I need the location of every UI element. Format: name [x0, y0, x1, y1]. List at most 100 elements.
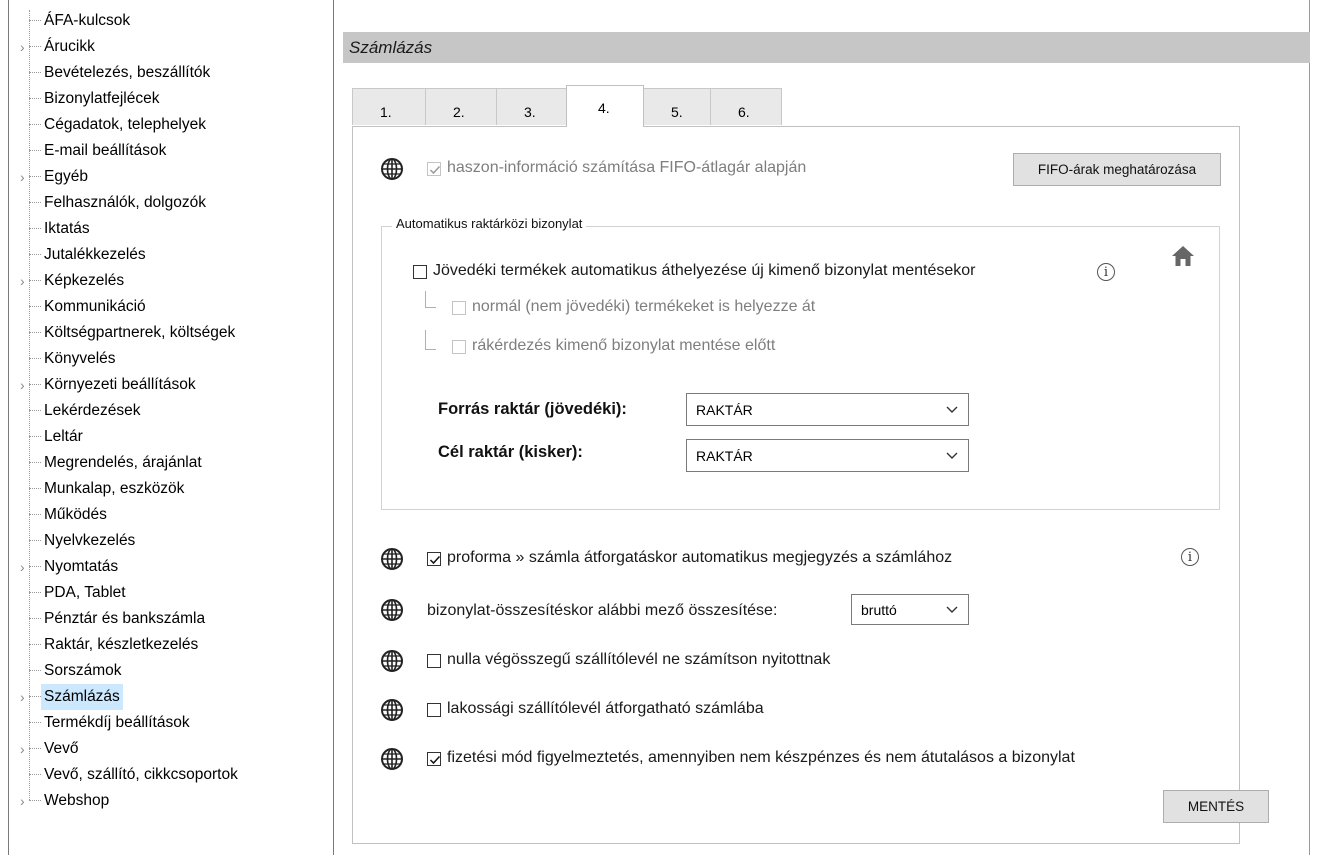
tree-connector — [29, 436, 41, 437]
tree-connector — [29, 722, 41, 723]
tree-connector — [29, 748, 41, 749]
target-warehouse-value: RAKTÁR — [696, 448, 753, 464]
payment-warning-label: fizetési mód figyelmeztetés, amennyiben … — [447, 749, 1075, 766]
tab-5-label: 5. — [671, 104, 683, 120]
summary-field-value: bruttó — [861, 602, 897, 618]
tree-item-label: Lekérdezések — [44, 402, 141, 419]
chevron-right-icon[interactable]: › — [20, 788, 36, 814]
tree-item-label: Működés — [44, 506, 107, 523]
tree-item-label: Nyomtatás — [44, 558, 119, 575]
settings-tree: ÁFA-kulcsok › Árucikk Bevételezés, beszállí… — [8, 0, 334, 855]
proforma-note-label: proforma » számla átforgatáskor automati… — [447, 549, 953, 566]
tab-2[interactable]: 2. — [425, 88, 497, 125]
check-mark-icon — [429, 555, 441, 565]
tree-connector — [29, 332, 41, 333]
source-warehouse-select[interactable]: RAKTÁR — [686, 393, 969, 426]
save-button[interactable]: MENTÉS — [1163, 790, 1269, 823]
tree-item-label: Képkezelés — [44, 272, 125, 289]
tree-item-label: Számlázás — [41, 684, 123, 710]
tree-connector — [29, 670, 41, 671]
tree-guide-line — [29, 10, 30, 800]
tab-5[interactable]: 5. — [643, 88, 711, 125]
tree-connector — [29, 410, 41, 411]
tree-item-label: Pénztár és bankszámla — [44, 610, 206, 627]
tree-item-label: Webshop — [44, 792, 110, 809]
source-warehouse-label: Forrás raktár (jövedéki): — [438, 400, 627, 418]
tab-3-label: 3. — [524, 104, 536, 120]
fifo-prices-button[interactable]: FIFO-árak meghatározása — [1013, 153, 1221, 186]
tree-connector — [29, 774, 41, 775]
fifo-checkbox[interactable] — [427, 162, 441, 176]
zero-total-checkbox[interactable] — [427, 654, 441, 668]
tree-connector — [29, 150, 41, 151]
tree-connector — [29, 540, 41, 541]
chevron-down-icon — [946, 606, 958, 613]
tree-connector — [29, 280, 41, 281]
tree-item-label: Egyéb — [44, 168, 88, 185]
chevron-right-icon[interactable]: › — [20, 736, 36, 762]
tree-connector — [29, 306, 41, 307]
tree-item-label: Iktatás — [44, 220, 90, 237]
chevron-right-icon[interactable]: › — [20, 164, 36, 190]
tree-item-label: PDA, Tablet — [44, 584, 126, 601]
chevron-right-icon[interactable]: › — [20, 268, 36, 294]
normal-products-checkbox[interactable] — [452, 301, 466, 315]
tree-connector — [29, 644, 41, 645]
tree-item-label: Sorszámok — [44, 662, 122, 679]
tree-item-label: E-mail beállítások — [44, 142, 167, 159]
chevron-right-icon[interactable]: › — [20, 554, 36, 580]
groupbox-legend: Automatikus raktárközi bizonylat — [392, 216, 587, 231]
globe-icon — [381, 548, 403, 570]
ask-before-save-label: rákérdezés kimenő bizonylat mentése előt… — [472, 337, 776, 354]
payment-warning-checkbox[interactable] — [427, 752, 441, 766]
tab-1[interactable]: 1. — [352, 88, 426, 125]
tree-connector — [29, 72, 41, 73]
tree-item-label: Termékdíj beállítások — [44, 714, 190, 731]
tree-item-label: Jutalékkezelés — [44, 246, 146, 263]
zero-total-label: nulla végösszegű szállítólevél ne számít… — [447, 651, 831, 668]
tree-item-label: Bizonylatfejlécek — [44, 90, 160, 107]
tree-connector — [29, 358, 41, 359]
tree-item-label: Árucikk — [44, 38, 95, 55]
tree-connector — [29, 20, 41, 21]
chevron-right-icon[interactable]: › — [20, 684, 36, 710]
ask-before-save-checkbox[interactable] — [452, 340, 466, 354]
tree-connector — [29, 202, 41, 203]
tree-connector — [29, 566, 41, 567]
tab-4-label: 4. — [598, 100, 610, 116]
tab-1-label: 1. — [380, 104, 392, 120]
tree-connector — [29, 696, 41, 697]
tab-6[interactable]: 6. — [710, 88, 782, 125]
tab-3[interactable]: 3. — [496, 88, 567, 125]
source-warehouse-value: RAKTÁR — [696, 402, 753, 418]
tree-item-label: Felhasználók, dolgozók — [44, 194, 206, 211]
tree-item-label: ÁFA-kulcsok — [44, 12, 131, 29]
tree-connector — [29, 514, 41, 515]
target-warehouse-select[interactable]: RAKTÁR — [686, 439, 969, 472]
tree-item-label: Környezeti beállítások — [44, 376, 196, 393]
tree-connector — [29, 618, 41, 619]
page-title: Számlázás — [349, 38, 433, 57]
tree-connector — [29, 176, 41, 177]
tree-connector — [29, 98, 41, 99]
tab-4[interactable]: 4. — [566, 85, 644, 127]
info-icon[interactable]: i — [1097, 263, 1115, 281]
tree-connector — [29, 488, 41, 489]
proforma-note-checkbox[interactable] — [427, 552, 441, 566]
fifo-label: haszon-információ számítása FIFO-átlagár… — [447, 159, 807, 176]
tree-connector — [29, 592, 41, 593]
chevron-right-icon[interactable]: › — [20, 372, 36, 398]
summary-field-select[interactable]: bruttó — [851, 594, 969, 625]
tree-connector — [29, 462, 41, 463]
tree-item-label: Megrendelés, árajánlat — [44, 454, 202, 471]
info-icon[interactable]: i — [1181, 548, 1199, 566]
tree-item-label: Vevő — [44, 740, 79, 757]
tree-item-label: Kommunikáció — [44, 298, 146, 315]
residential-delivery-label: lakossági szállítólevél átforgatható szá… — [447, 700, 764, 717]
residential-delivery-checkbox[interactable] — [427, 703, 441, 717]
chevron-right-icon[interactable]: › — [20, 34, 36, 60]
excise-transfer-checkbox[interactable] — [413, 265, 427, 279]
tree-connector — [29, 124, 41, 125]
tree-connector — [29, 228, 41, 229]
home-icon[interactable] — [1171, 244, 1195, 268]
